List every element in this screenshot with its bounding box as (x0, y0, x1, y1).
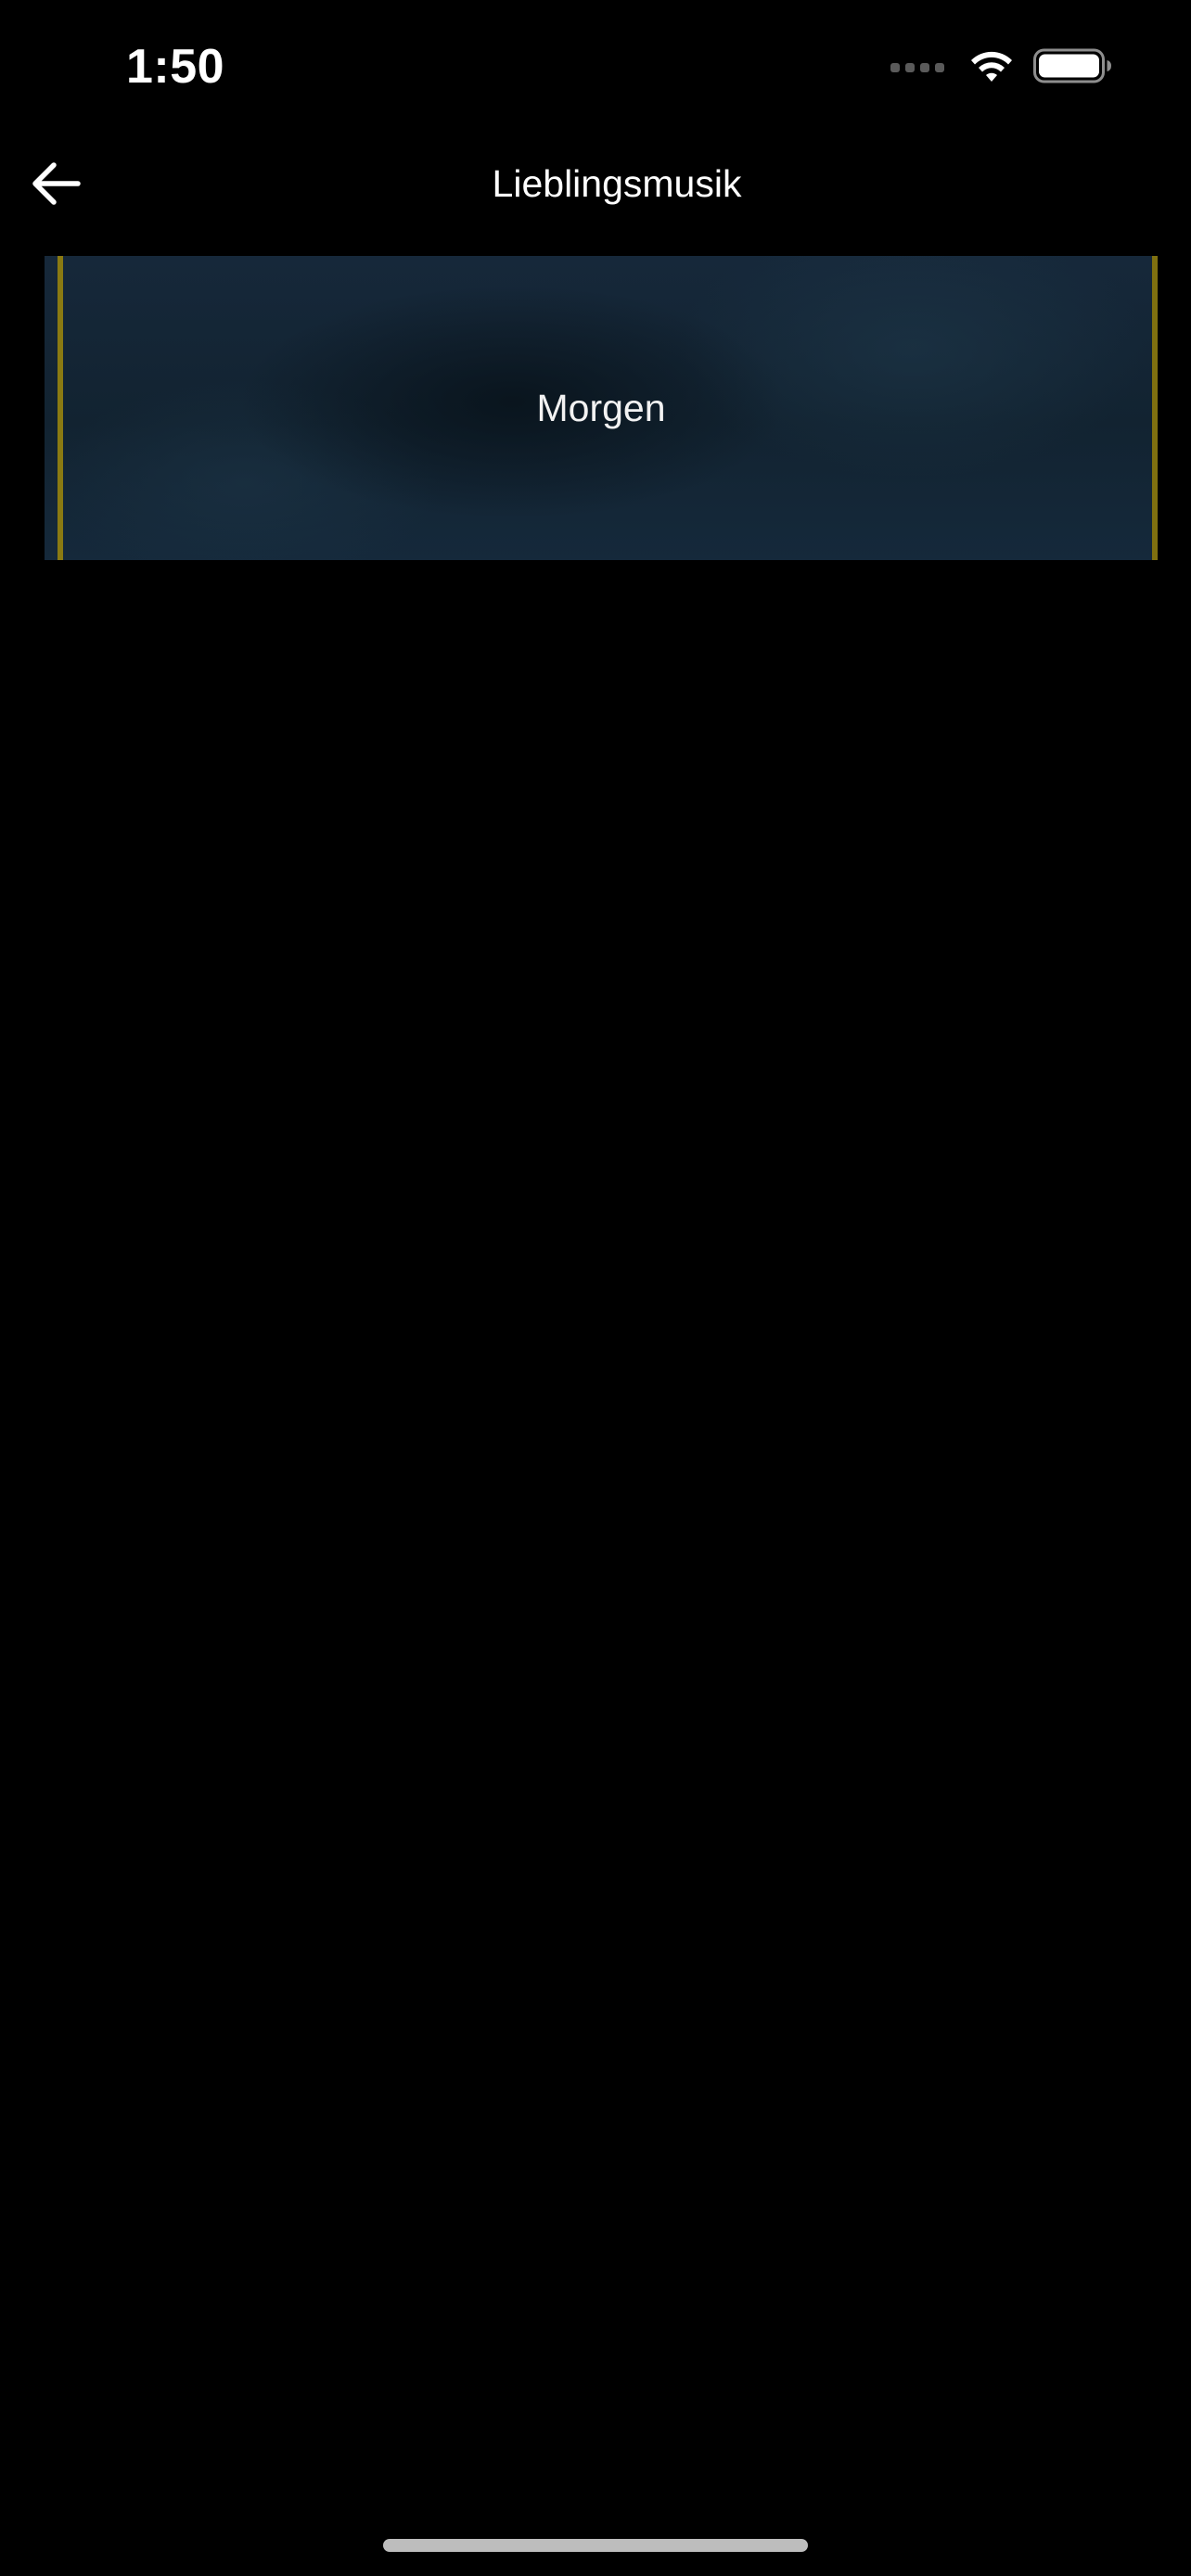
status-icons (890, 46, 1113, 89)
status-bar: 1:50 (0, 0, 1191, 130)
playlist-label: Morgen (536, 387, 666, 429)
status-time: 1:50 (126, 40, 225, 94)
page-title-text: Lieblingsmusik (492, 162, 742, 205)
playlist-card-morgen[interactable]: Morgen (45, 256, 1158, 560)
home-indicator[interactable] (383, 2539, 808, 2552)
wifi-icon (968, 48, 1015, 88)
battery-icon (1033, 47, 1113, 89)
page-title: Lieblingsmusik (0, 158, 1191, 210)
signal-dots-icon (890, 63, 944, 72)
nav-bar: Lieblingsmusik (0, 130, 1191, 237)
